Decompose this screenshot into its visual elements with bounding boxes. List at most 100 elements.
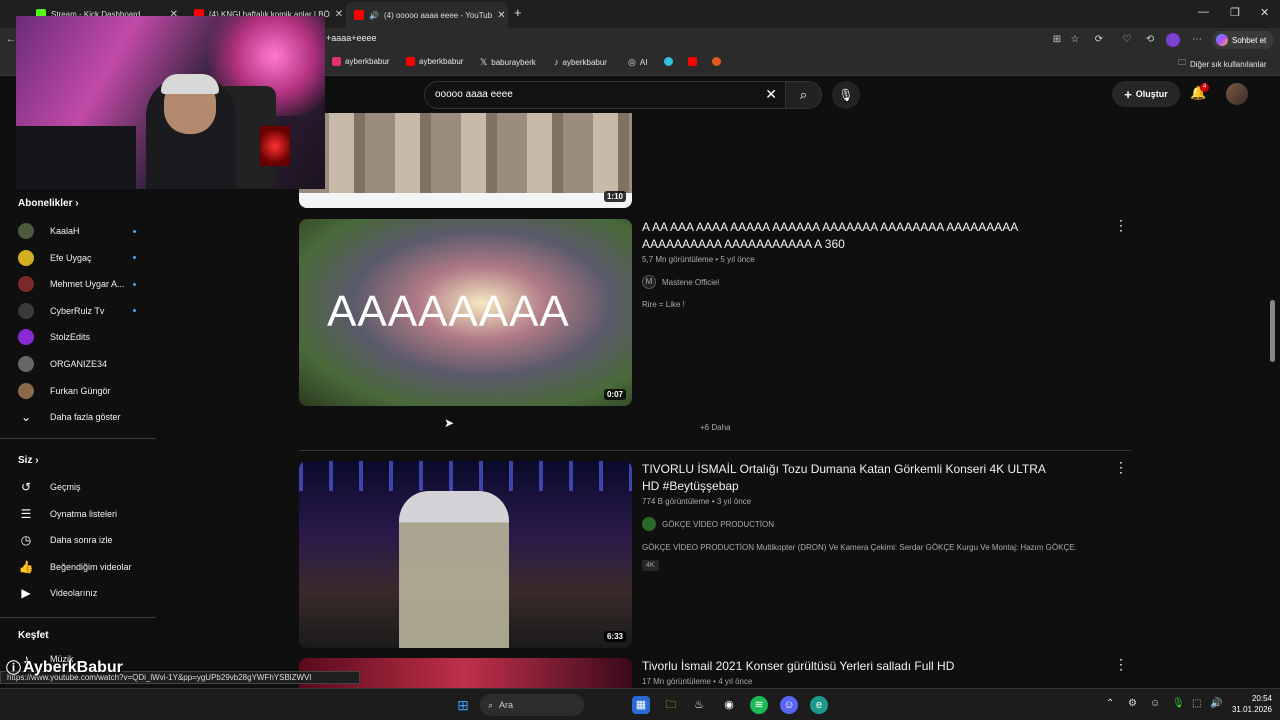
playlist-icon: ☰	[20, 506, 32, 521]
restore-icon[interactable]: ❐	[1230, 6, 1240, 19]
sidebar-subscription-item[interactable]: StolzEdits	[18, 327, 148, 347]
voice-search-button[interactable]: 🎙	[832, 81, 860, 109]
close-window-icon[interactable]: ✕	[1260, 6, 1269, 19]
other-bookmarks[interactable]: 🗀 Diğer sık kullanılanlar	[1178, 57, 1266, 71]
channel-avatar	[18, 356, 34, 372]
spotify-icon[interactable]: ≋	[750, 696, 768, 714]
page-scrollbar[interactable]	[1270, 300, 1275, 362]
taskbar-search[interactable]: ⌕ Ara	[480, 694, 584, 716]
history-icon[interactable]: ⟲	[1143, 33, 1157, 47]
split-screen-icon[interactable]: ⊞	[1050, 33, 1064, 47]
video-thumbnail[interactable]: 6:33	[299, 461, 632, 648]
bookmark-label: AI	[639, 58, 648, 67]
clear-search-icon[interactable]: ✕	[765, 86, 777, 103]
more-actions-icon[interactable]: ⋮	[1114, 217, 1128, 234]
create-button[interactable]: + Oluştur	[1112, 81, 1180, 107]
network-icon[interactable]: ⬚	[1192, 698, 1201, 709]
extensions-icon[interactable]: ⟳	[1092, 33, 1106, 47]
video-title[interactable]: Tivorlu İsmail 2021 Konser gürültüsü Yer…	[642, 658, 1062, 675]
bookmark-tiktok[interactable]: ♪ ayberkbabur	[554, 57, 607, 67]
channel-avatar	[18, 276, 34, 293]
subscriptions-header[interactable]: Abonelikler ›	[18, 198, 79, 209]
misc-site-icon	[712, 57, 721, 66]
copilot-label: Sohbet et	[1232, 35, 1267, 45]
taskbar-clock[interactable]: 20:54 31.01.2026	[1222, 693, 1272, 715]
bookmark-youtube-2[interactable]	[688, 57, 697, 66]
sidebar-subscription-item[interactable]: ORGANIZE34	[18, 354, 148, 374]
youtube-icon	[406, 57, 415, 66]
copilot-button[interactable]: Sohbet et	[1212, 31, 1274, 49]
show-more-results[interactable]: +6 Daha	[700, 423, 730, 432]
sidebar-item-clock[interactable]: ◷ Daha sonra izle	[18, 530, 148, 550]
channel-link[interactable]: M Mastene Officiel	[642, 275, 719, 289]
browser-essentials-icon[interactable]: ♡	[1120, 33, 1134, 47]
singer-image	[399, 491, 509, 648]
tray-app-icon[interactable]: ⚙	[1128, 698, 1137, 709]
search-input[interactable]: ooooo aaaa eeee	[435, 89, 513, 100]
volume-icon[interactable]: 🔊	[1210, 698, 1222, 709]
speaker-icon: 🔊	[369, 10, 379, 20]
bookmark-label: ayberkbabur	[419, 57, 464, 66]
discord-icon[interactable]: ☺	[780, 696, 798, 714]
more-options-icon[interactable]: ⋯	[1190, 33, 1204, 47]
file-explorer-icon[interactable]: 🗀	[662, 696, 680, 714]
bookmark-cloud[interactable]	[664, 57, 673, 66]
more-actions-icon[interactable]: ⋮	[1114, 656, 1128, 673]
bookmark-ai[interactable]: ◎ AI	[628, 57, 647, 68]
tab-youtube-search[interactable]: 🔊 (4) ooooo aaaa eeee - YouTub ✕	[346, 2, 508, 28]
search-icon: ⌕	[799, 87, 808, 102]
microphone-tray-icon[interactable]: 🎙	[1172, 698, 1185, 709]
sidebar-item-playlist[interactable]: ☰ Oynatma listeleri	[18, 504, 148, 524]
sidebar-item-thumbs-up[interactable]: 👍 Beğendiğim videolar	[18, 557, 148, 577]
video-title[interactable]: A AA AAA AAAA AAAAA AAAAAA AAAAAAA AAAAA…	[642, 219, 1062, 253]
widgets-icon[interactable]: ▦	[632, 696, 650, 714]
copilot-icon	[1216, 34, 1228, 46]
edge-icon[interactable]: e	[810, 696, 828, 714]
bookmark-label: ayberkbabur	[562, 57, 607, 67]
you-header[interactable]: Siz ›	[18, 455, 39, 466]
clock-icon: ◷	[20, 533, 32, 548]
sidebar-subscription-item[interactable]: Furkan Güngör	[18, 381, 148, 401]
video-title[interactable]: TIVORLU İSMAİL Ortalığı Tozu Dumana Kata…	[642, 461, 1062, 495]
account-avatar[interactable]	[1226, 83, 1248, 105]
channel-link[interactable]: GÖKÇE VİDEO PRODUCTİON	[642, 517, 774, 531]
steam-icon[interactable]: ♨	[690, 696, 708, 714]
sidebar-subscription-item[interactable]: KaalaH	[18, 221, 148, 241]
search-button[interactable]: ⌕	[786, 81, 822, 109]
obs-icon[interactable]: ◉	[720, 696, 738, 714]
minimize-icon[interactable]: —	[1198, 6, 1209, 18]
cats-image	[299, 113, 632, 193]
sidebar-subscription-item[interactable]: Mehmet Uygar A...	[18, 274, 148, 294]
windows-start-icon[interactable]: ⊞	[454, 696, 472, 714]
view-count: 17 Mn görüntüleme	[642, 677, 711, 686]
sidebar-subscription-item[interactable]: Efe Uygaç	[18, 248, 148, 268]
close-tab-icon[interactable]: ✕	[335, 9, 343, 20]
sidebar-item-video[interactable]: ▶ Videolarınız	[18, 583, 148, 603]
discord-tray-icon[interactable]: ☺	[1150, 698, 1160, 709]
video-thumbnail[interactable]: 1:10	[299, 113, 632, 208]
favorite-star-icon[interactable]: ☆	[1068, 33, 1082, 47]
sidebar-item-history[interactable]: ↺ Geçmiş	[18, 477, 148, 497]
video-thumbnail[interactable]: AAAAAAAA 0:07	[299, 219, 632, 406]
upload-age: 4 yıl önce	[718, 677, 753, 686]
bookmark-youtube[interactable]: ayberkbabur	[406, 57, 463, 66]
profile-icon[interactable]	[1166, 33, 1180, 47]
search-icon: ⌕	[488, 699, 494, 710]
show-more-button[interactable]: ⌄ Daha fazla göster	[18, 407, 148, 427]
view-count: 774 B görüntüleme	[642, 497, 710, 506]
close-tab-icon[interactable]: ✕	[497, 10, 505, 21]
bookmark-instagram[interactable]: ayberkbabur	[332, 57, 389, 66]
more-actions-icon[interactable]: ⋮	[1114, 459, 1128, 476]
youtube-icon	[688, 57, 697, 66]
sidebar-subscription-item[interactable]: CyberRulz Tv	[18, 301, 148, 321]
new-tab-icon[interactable]: +	[514, 5, 522, 20]
video-duration: 0:07	[603, 389, 626, 400]
bookmark-x[interactable]: 𝕏baburayberk	[480, 57, 536, 68]
url-field[interactable]: +aaaa+eeee	[326, 33, 377, 43]
bookmark-misc[interactable]	[712, 57, 721, 66]
search-box[interactable]: ooooo aaaa eeee ✕	[424, 81, 786, 109]
sidebar-item-label: Efe Uygaç	[50, 252, 92, 263]
sidebar-item-label: Oynatma listeleri	[50, 508, 118, 519]
show-hidden-icons[interactable]: ⌃	[1106, 698, 1114, 709]
ai-icon: ◎	[628, 57, 636, 67]
